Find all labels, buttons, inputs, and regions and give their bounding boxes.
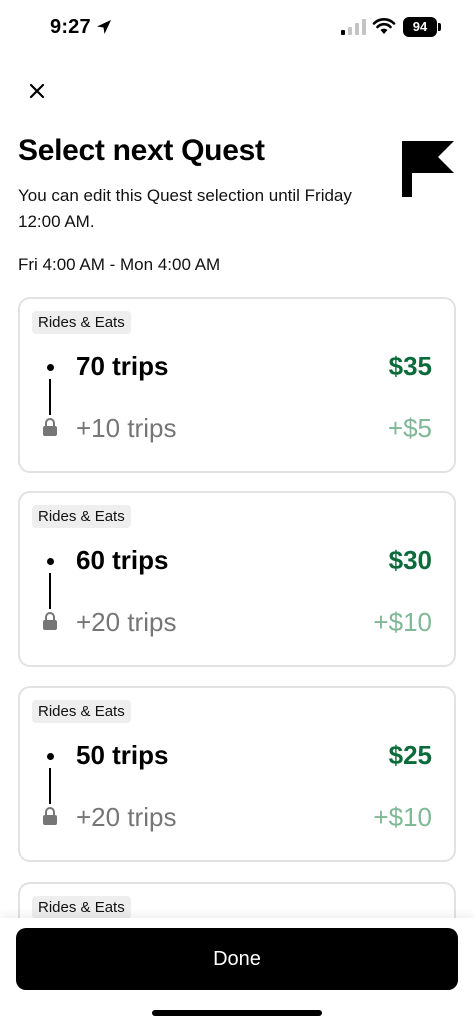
trips-target: 60 trips: [76, 545, 169, 575]
progress-line: [49, 379, 51, 415]
close-icon[interactable]: [22, 76, 52, 106]
wifi-icon: [372, 18, 396, 34]
lock-icon: [43, 807, 57, 825]
battery-indicator: 94: [403, 17, 437, 37]
trips-target: 70 trips: [76, 351, 169, 381]
quest-category-tag: Rides & Eats: [32, 311, 131, 334]
progress-dot: [47, 364, 54, 371]
reward-amount: $30: [388, 545, 432, 575]
reward-amount: $35: [388, 351, 432, 381]
flag-icon: [402, 141, 454, 197]
status-time: 9:27: [50, 16, 91, 38]
extra-reward-amount: +$5: [387, 413, 432, 443]
quest-option-card[interactable]: Rides & Eats 50 trips +20 trips $25 +$10: [18, 686, 456, 862]
progress-dot: [47, 753, 54, 760]
location-arrow-icon: [97, 20, 111, 34]
extra-reward-amount: +$10: [373, 607, 432, 637]
battery-nub: [438, 23, 441, 31]
reward-amount: $25: [388, 740, 432, 770]
quest-option-card[interactable]: Rides & Eats 70 trips +10 trips $35 +$5: [18, 297, 456, 473]
lock-icon: [43, 418, 57, 436]
progress-line: [49, 573, 51, 609]
home-indicator: [152, 1010, 322, 1016]
extra-trips: +10 trips: [76, 413, 177, 443]
bottom-action-bar: Done: [0, 918, 474, 1025]
status-bar: 9:27 94: [0, 0, 474, 56]
cellular-signal-icon: [341, 19, 366, 35]
done-button[interactable]: Done: [16, 928, 458, 990]
quest-edit-deadline: You can edit this Quest selection until …: [18, 186, 352, 231]
quest-category-tag: Rides & Eats: [32, 505, 131, 528]
progress-dot: [47, 558, 54, 565]
page-title: Select next Quest: [18, 134, 265, 167]
progress-line: [49, 768, 51, 804]
quest-category-tag: Rides & Eats: [32, 896, 131, 919]
trips-target: 50 trips: [76, 740, 169, 770]
quest-date-range: Fri 4:00 AM - Mon 4:00 AM: [18, 255, 221, 274]
quest-option-card[interactable]: Rides & Eats 60 trips +20 trips $30 +$10: [18, 491, 456, 667]
extra-reward-amount: +$10: [373, 802, 432, 832]
extra-trips: +20 trips: [76, 802, 177, 832]
lock-icon: [43, 612, 57, 630]
extra-trips: +20 trips: [76, 607, 177, 637]
quest-category-tag: Rides & Eats: [32, 700, 131, 723]
